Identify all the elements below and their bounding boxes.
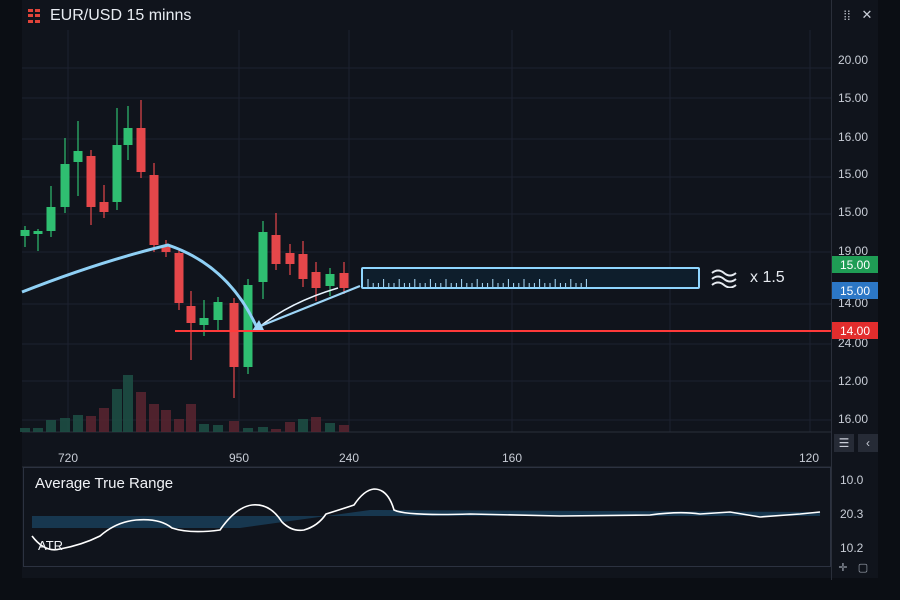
price-tag-blue[interactable]: 15.00 <box>832 282 878 299</box>
candle-body <box>325 274 335 286</box>
price-label: 15.00 <box>838 205 869 219</box>
candle-body <box>99 202 109 212</box>
candle-body <box>174 253 184 303</box>
volume-bar <box>149 404 159 432</box>
price-tag-green[interactable]: 15.00 <box>832 256 878 273</box>
volume-bar <box>186 404 196 432</box>
volume-bar <box>271 429 281 432</box>
volume-bar <box>46 420 56 432</box>
title-bar: EUR/USD 15 minns <box>28 4 191 28</box>
candle-body <box>186 306 196 323</box>
price-label: 16.00 <box>838 412 869 426</box>
trading-app: EUR/USD 15 minns ⁞⁞ ✕ 20.00 15.00 16.00 … <box>0 0 900 600</box>
candle-body <box>285 253 295 264</box>
candle-body <box>46 207 56 231</box>
candle-body <box>149 175 159 245</box>
price-label: 12.00 <box>838 374 869 388</box>
chevron-left-icon[interactable]: ‹ <box>858 434 878 452</box>
volume-bar <box>161 410 171 432</box>
price-label: 20.00 <box>838 53 869 67</box>
atr-axis-label: 20.3 <box>840 507 864 521</box>
volume-bar <box>311 417 321 432</box>
volume-bar <box>86 416 96 432</box>
volume-bar <box>73 415 83 432</box>
time-label: 720 <box>57 451 79 465</box>
candle-body <box>213 302 223 320</box>
candle-body <box>86 156 96 207</box>
candle-body <box>298 254 308 279</box>
close-icon[interactable]: ✕ <box>858 6 876 24</box>
volume-bar <box>99 408 109 432</box>
atr-title: Average True Range <box>35 475 174 492</box>
price-label: 16.00 <box>838 130 869 144</box>
scale-control[interactable]: x 1.5 <box>710 268 785 288</box>
grid-menu-icon[interactable] <box>28 9 42 23</box>
volume-bar <box>213 425 223 432</box>
atr-axis-label: 10.0 <box>840 473 864 487</box>
time-axis <box>22 433 831 467</box>
volume-bar <box>136 392 146 432</box>
volume-bar <box>174 419 184 432</box>
layout-icon[interactable]: ⁞⁞ <box>838 6 856 24</box>
candle-body <box>123 128 133 145</box>
volume-bar <box>243 428 253 432</box>
candle-body <box>136 128 146 172</box>
volume-bar <box>325 423 335 432</box>
time-label: 160 <box>501 451 523 465</box>
candle-body <box>73 151 83 162</box>
candle-body <box>20 230 30 236</box>
candle-body <box>311 272 321 288</box>
candle-body <box>271 235 281 264</box>
candle-body <box>339 273 349 288</box>
candle-body <box>258 232 268 282</box>
price-label: 15.00 <box>838 91 869 105</box>
candle-body <box>199 318 209 325</box>
time-label: 950 <box>228 451 250 465</box>
candle-body <box>60 164 70 207</box>
volume-bar <box>339 425 349 432</box>
list-icon[interactable]: ☰ <box>834 434 854 452</box>
wave-icon <box>711 269 737 288</box>
price-label: 15.00 <box>838 167 869 181</box>
volume-bar <box>285 422 295 432</box>
candle-body <box>243 285 253 367</box>
volume-bar <box>199 424 209 432</box>
candle-body <box>112 145 122 202</box>
volume-bars <box>20 375 349 432</box>
bounce-arrow <box>257 284 361 329</box>
time-label: 240 <box>338 451 360 465</box>
volume-bar <box>33 428 43 432</box>
volume-bar <box>112 389 122 432</box>
chart-title: EUR/USD 15 minns <box>50 7 192 24</box>
time-label: 120 <box>798 451 820 465</box>
atr-line-label: ATR <box>38 538 64 553</box>
volume-bar <box>60 418 70 432</box>
atr-axis-label: 10.2 <box>840 541 864 555</box>
candle-body <box>229 303 239 367</box>
volume-bar <box>298 419 308 432</box>
highlight-box <box>361 267 700 289</box>
price-tag-red[interactable]: 14.00 <box>832 322 878 339</box>
candle-body <box>33 231 43 234</box>
scale-label: x 1.5 <box>750 269 785 286</box>
crosshair-icon[interactable]: ✛ <box>836 560 850 574</box>
trend-curve <box>21 243 260 331</box>
candlesticks <box>20 100 349 398</box>
volume-bar <box>123 375 133 432</box>
rounded-square-icon[interactable]: ▢ <box>856 560 870 574</box>
volume-bar <box>20 428 30 432</box>
volume-bar <box>258 427 268 432</box>
volume-bar <box>229 421 239 432</box>
